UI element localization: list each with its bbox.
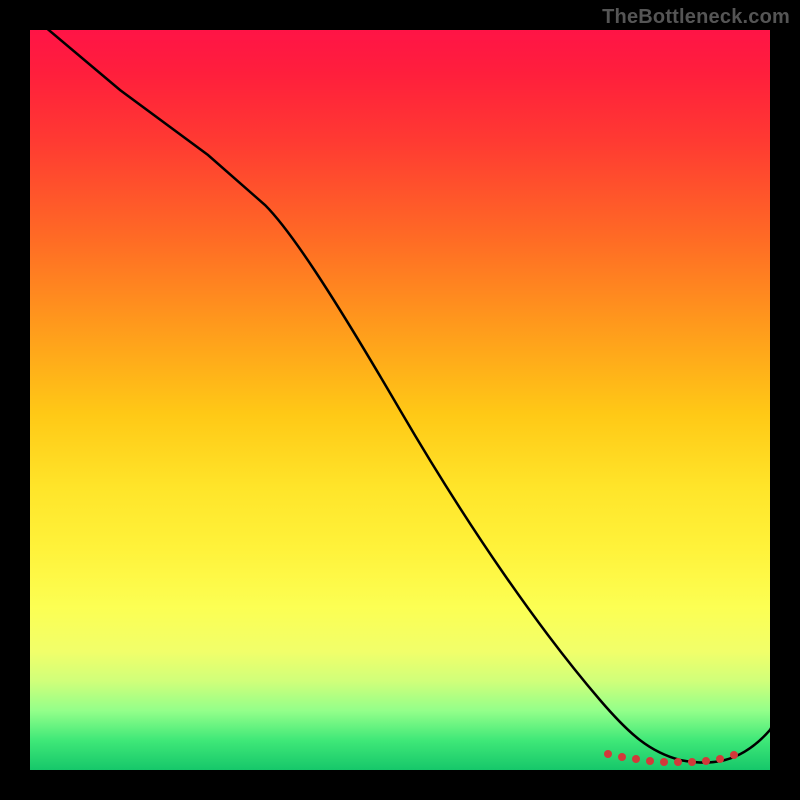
marker-dot xyxy=(632,755,640,763)
marker-dot xyxy=(660,758,668,766)
marker-dot xyxy=(688,758,696,766)
marker-dot xyxy=(618,753,626,761)
watermark-text: TheBottleneck.com xyxy=(602,6,790,29)
series-curve xyxy=(30,30,770,763)
marker-dot xyxy=(604,750,612,758)
marker-dot xyxy=(646,757,654,765)
marker-dot xyxy=(674,758,682,766)
marker-dot xyxy=(730,751,738,759)
marker-dot xyxy=(716,755,724,763)
chart-frame: TheBottleneck.com xyxy=(0,0,800,800)
plot-area xyxy=(30,30,770,770)
marker-dot xyxy=(702,757,710,765)
line-chart-svg xyxy=(30,30,770,770)
